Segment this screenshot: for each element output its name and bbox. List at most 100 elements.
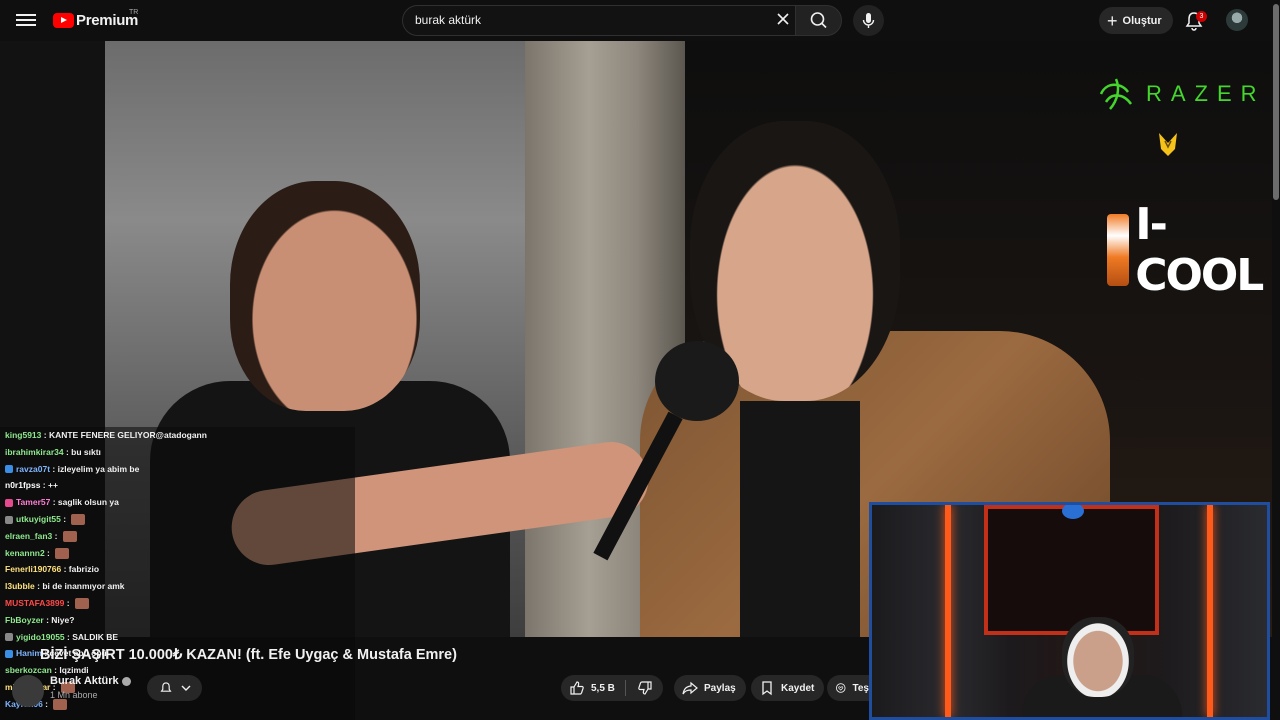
chat-badge-icon	[5, 498, 13, 507]
chat-separator: :	[64, 598, 72, 608]
save-button[interactable]: Kaydet	[751, 675, 825, 701]
chat-text: SALDIK BE	[72, 631, 119, 642]
video-title: BİZİ ŞAŞIRT 10.000₺ KAZAN! (ft. Efe Uyga…	[40, 647, 457, 663]
chat-message: ravza07t : izleyelim ya abim be	[5, 464, 139, 475]
chat-text: bu sıktı	[71, 446, 101, 457]
search-box[interactable]	[402, 5, 795, 36]
streamer-head	[1062, 617, 1134, 697]
like-icon	[570, 681, 584, 695]
account-avatar[interactable]	[1226, 9, 1248, 31]
thanks-button[interactable]: Teş	[827, 675, 869, 701]
chat-message: FbBoyzer : Niye?	[5, 615, 74, 626]
chat-separator: :	[61, 564, 69, 575]
save-icon	[762, 681, 772, 696]
masthead: Premium TR + Oluştur 3	[0, 0, 1280, 41]
razer-text: RAZER	[1146, 81, 1266, 106]
interviewer-head	[230, 181, 420, 411]
chat-username: ibrahimkirar34	[5, 446, 64, 457]
guest-shirt	[740, 401, 860, 637]
chat-emote-icon	[53, 699, 68, 711]
chat-separator: :	[50, 463, 58, 474]
chat-username: sberkozcan	[5, 665, 52, 676]
chat-text: bi de inanmıyor amk	[42, 581, 125, 592]
scrollbar-thumb[interactable]	[1273, 4, 1279, 200]
plus-icon: +	[1107, 10, 1118, 31]
led-strip-left	[945, 505, 951, 717]
razer-sponsor: RAZER	[1096, 74, 1266, 114]
dislike-button[interactable]	[626, 680, 663, 696]
channel-name[interactable]: Burak Aktürk	[50, 675, 119, 687]
mic-icon	[862, 13, 875, 28]
menu-icon[interactable]	[16, 11, 36, 29]
chat-emote-icon	[55, 547, 70, 559]
chat-message: Tamer57 : saglik olsun ya	[5, 497, 119, 508]
thanks-label: Teş	[852, 682, 870, 694]
channel-avatar[interactable]	[12, 675, 44, 707]
chat-message: yigido19055 : SALDIK BE	[5, 632, 118, 643]
chat-separator: :	[52, 530, 60, 541]
search-button[interactable]	[795, 5, 842, 36]
share-label: Paylaş	[704, 682, 736, 694]
subscribed-notifications-button[interactable]	[147, 675, 202, 701]
chat-badge-icon	[5, 465, 13, 474]
chevron-down-icon	[181, 685, 190, 691]
notification-badge: 3	[1196, 11, 1207, 22]
voice-search-button[interactable]	[853, 5, 884, 36]
chat-username: FbBoyzer	[5, 614, 44, 625]
create-button[interactable]: + Oluştur	[1099, 7, 1173, 34]
chat-text: izleyelim ya abim be	[57, 463, 140, 474]
chat-username: elraen_fan3	[5, 530, 53, 541]
chat-message: n0r1fpss : ++	[5, 480, 58, 491]
chat-username: yigido19055	[16, 631, 65, 642]
chat-separator: :	[50, 497, 58, 508]
like-dislike-group: 5,5 B	[561, 675, 663, 701]
search-input[interactable]	[415, 13, 755, 27]
chat-emote-icon	[74, 598, 89, 610]
chat-emote-icon	[62, 531, 77, 543]
chat-username: ravza07t	[16, 463, 51, 474]
sponsor-badge-icon	[1159, 133, 1177, 156]
verified-icon	[121, 676, 131, 686]
chat-message: Fenerli190766 : fabrizio	[5, 564, 99, 575]
bell-icon	[159, 682, 172, 692]
chat-text: ++	[48, 480, 58, 491]
icool-sponsor: I-COOL	[1107, 199, 1272, 301]
chat-emote-icon	[71, 514, 86, 526]
chat-username: n0r1fpss	[5, 480, 41, 491]
search-icon	[810, 12, 827, 29]
streamer-webcam	[869, 502, 1270, 720]
chat-username: king5913	[5, 430, 42, 440]
youtube-logo[interactable]: Premium	[53, 12, 138, 29]
create-label: Oluştur	[1122, 14, 1162, 27]
chat-separator: :	[44, 547, 53, 558]
dislike-icon	[637, 681, 652, 695]
clear-icon[interactable]	[775, 11, 791, 27]
webcam-frame-logo-icon	[1062, 505, 1084, 519]
chat-message: l3ubble : bi de inanmıyor amk	[5, 581, 125, 592]
chat-username: Hanim	[16, 648, 42, 659]
chat-separator: :	[40, 480, 48, 491]
country-code: TR	[129, 9, 139, 16]
chat-username: Tamer57	[16, 497, 51, 508]
chat-message: kenannn2 :	[5, 547, 70, 559]
chat-text: fabrizio	[68, 564, 100, 575]
chat-text: Niye?	[51, 614, 75, 625]
chat-text: KANTE FENERE GELIYOR@atadogann	[48, 430, 207, 440]
like-count: 5,5 B	[591, 682, 615, 694]
channel-name-row[interactable]: Burak Aktürk	[50, 675, 131, 687]
chat-separator: :	[42, 698, 51, 709]
thanks-icon	[836, 683, 846, 693]
chat-message: elraen_fan3 :	[5, 530, 77, 543]
chat-badge-icon	[5, 633, 13, 642]
icool-can-orange	[1107, 214, 1130, 286]
chat-message: utkuyigit55 :	[5, 514, 86, 526]
subscriber-count: 1 Mn abone	[50, 690, 98, 700]
chat-message: MUSTAFA3899 :	[5, 598, 89, 610]
chat-text: saglik olsun ya	[57, 497, 119, 508]
like-button[interactable]: 5,5 B	[561, 680, 625, 696]
led-strip-right	[1207, 505, 1213, 717]
share-button[interactable]: Paylaş	[674, 675, 746, 701]
share-icon	[682, 681, 698, 695]
razer-snake-icon	[1099, 78, 1133, 110]
webcam-shelf	[984, 505, 1159, 635]
